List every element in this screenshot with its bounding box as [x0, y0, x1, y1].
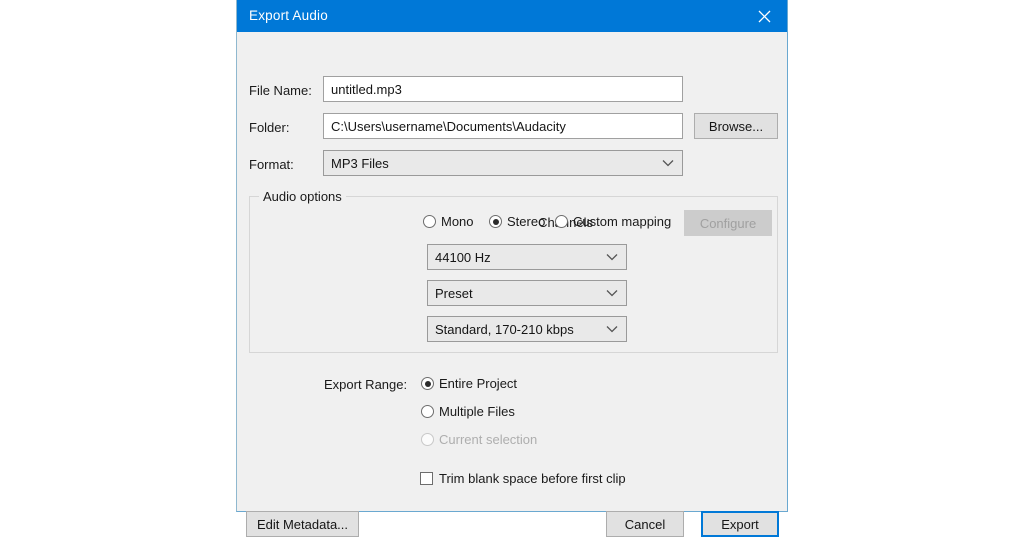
bit-rate-mode-combobox[interactable]: Preset	[427, 280, 627, 306]
radio-label: Mono	[441, 214, 474, 229]
radio-label: Stereo	[507, 214, 546, 229]
close-icon[interactable]	[742, 0, 787, 32]
configure-button[interactable]: Configure	[684, 210, 772, 236]
dialog-title: Export Audio	[249, 8, 328, 23]
folder-input[interactable]: C:\Users\username\Documents\Audacity	[323, 113, 683, 139]
format-combobox[interactable]: MP3 Files	[323, 150, 683, 176]
checkbox-indicator	[420, 472, 433, 485]
radio-label: Multiple Files	[439, 404, 515, 419]
file-name-label: File Name:	[249, 83, 312, 98]
cancel-button[interactable]: Cancel	[606, 511, 684, 537]
bit-rate-mode-value: Preset	[435, 285, 473, 301]
format-combobox-value: MP3 Files	[331, 155, 389, 171]
chevron-down-icon	[606, 325, 618, 333]
radio-channels-mono[interactable]: Mono	[423, 214, 474, 229]
trim-blank-space-checkbox[interactable]: Trim blank space before first clip	[420, 471, 626, 486]
quality-combobox[interactable]: Standard, 170-210 kbps	[427, 316, 627, 342]
export-button[interactable]: Export	[701, 511, 779, 537]
chevron-down-icon	[662, 159, 674, 167]
radio-indicator	[421, 433, 434, 446]
chevron-down-icon	[606, 253, 618, 261]
quality-value: Standard, 170-210 kbps	[435, 321, 574, 337]
sample-rate-combobox[interactable]: 44100 Hz	[427, 244, 627, 270]
radio-indicator	[423, 215, 436, 228]
audio-options-title: Audio options	[259, 189, 346, 204]
radio-export-range-multiple-files[interactable]: Multiple Files	[421, 404, 515, 419]
radio-label: Current selection	[439, 432, 538, 447]
dialog-body: File Name: untitled.mp3 Folder: C:\Users…	[237, 32, 787, 537]
radio-indicator	[421, 405, 434, 418]
edit-metadata-button[interactable]: Edit Metadata...	[246, 511, 359, 537]
export-range-label: Export Range:	[324, 377, 408, 392]
export-audio-dialog: Export Audio File Name: untitled.mp3 Fol…	[236, 0, 788, 537]
folder-label: Folder:	[249, 120, 290, 135]
radio-indicator	[489, 215, 502, 228]
chevron-down-icon	[606, 289, 618, 297]
radio-indicator	[555, 215, 568, 228]
radio-channels-stereo[interactable]: Stereo	[489, 214, 545, 229]
radio-label: Entire Project	[439, 376, 518, 391]
radio-label: Custom mapping	[573, 214, 672, 229]
radio-export-range-entire-project[interactable]: Entire Project	[421, 376, 517, 391]
sample-rate-value: 44100 Hz	[435, 249, 491, 265]
radio-channels-custom-mapping[interactable]: Custom mapping	[555, 214, 671, 229]
file-name-input[interactable]: untitled.mp3	[323, 76, 683, 102]
radio-export-range-current-selection: Current selection	[421, 432, 537, 447]
format-label: Format:	[249, 157, 294, 172]
checkbox-label: Trim blank space before first clip	[439, 471, 626, 486]
dialog-titlebar: Export Audio	[237, 0, 787, 32]
radio-indicator	[421, 377, 434, 390]
browse-button[interactable]: Browse...	[694, 113, 778, 139]
